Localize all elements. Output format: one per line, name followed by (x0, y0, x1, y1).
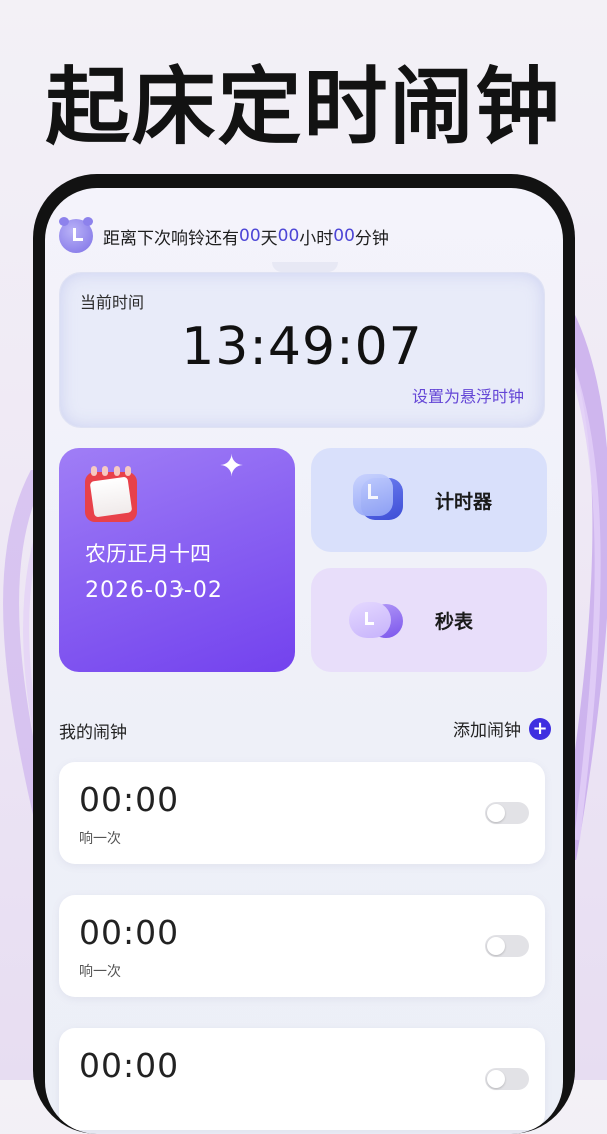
alarm-toggle[interactable] (485, 1068, 529, 1090)
calendar-icon (85, 466, 137, 522)
alarm-time: 00:00 (79, 913, 180, 952)
current-time-card: 当前时间 13:49:07 设置为悬浮时钟 (59, 272, 545, 428)
promo-title: 起床定时闹钟 (45, 58, 562, 156)
alarm-item[interactable]: 00:00 响一次 (59, 762, 545, 864)
alarm-toggle[interactable] (485, 802, 529, 824)
countdown-hours-unit: 小时 (299, 228, 334, 249)
alarm-item[interactable]: 00:00 (59, 1028, 545, 1130)
alarm-toggle[interactable] (485, 935, 529, 957)
lunar-calendar-card[interactable]: ✦ ✦ 农历正月十四 2026-03-02 (59, 448, 295, 672)
timer-button[interactable]: 计时器 (311, 448, 547, 552)
card-notch (272, 262, 338, 272)
stopwatch-label: 秒表 (435, 610, 474, 633)
set-floating-clock-link[interactable]: 设置为悬浮时钟 (412, 383, 524, 407)
alarm-time: 00:00 (79, 780, 180, 819)
my-alarms-title: 我的闹钟 (59, 723, 127, 743)
countdown-minutes: 00 (333, 226, 355, 246)
countdown-days: 00 (239, 226, 261, 246)
next-alarm-countdown: 距离下次响铃还有 00 天 00 小时 00 分钟 (59, 217, 389, 254)
plus-icon: + (529, 717, 551, 740)
add-alarm-label: 添加闹钟 (453, 721, 521, 741)
stopwatch-button[interactable]: 秒表 (311, 568, 547, 672)
countdown-minutes-unit: 分钟 (354, 228, 389, 249)
alarm-repeat: 响一次 (79, 964, 121, 980)
alarm-repeat: 响一次 (79, 831, 121, 847)
phone-frame: 距离下次响铃还有 00 天 00 小时 00 分钟 当前时间 13:49:07 … (33, 174, 575, 1134)
timer-icon (347, 472, 417, 528)
alarm-item[interactable]: 00:00 响一次 (59, 895, 545, 997)
stopwatch-icon (347, 592, 417, 648)
alarm-clock-icon (59, 217, 93, 253)
app-screen: 距离下次响铃还有 00 天 00 小时 00 分钟 当前时间 13:49:07 … (45, 188, 563, 1134)
current-time-value: 13:49:07 (181, 317, 423, 377)
alarm-time: 00:00 (79, 1046, 180, 1085)
timer-label: 计时器 (435, 490, 493, 513)
current-time-label: 当前时间 (80, 293, 145, 312)
countdown-days-unit: 天 (260, 228, 278, 249)
lunar-date-text: 农历正月十四 (85, 542, 211, 566)
sparkle-icon: ✦ (219, 449, 245, 484)
countdown-prefix: 距离下次响铃还有 (103, 228, 239, 249)
countdown-hours: 00 (277, 226, 300, 246)
gregorian-date: 2026-03-02 (85, 578, 223, 603)
add-alarm-button[interactable]: 添加闹钟 + (453, 716, 551, 741)
